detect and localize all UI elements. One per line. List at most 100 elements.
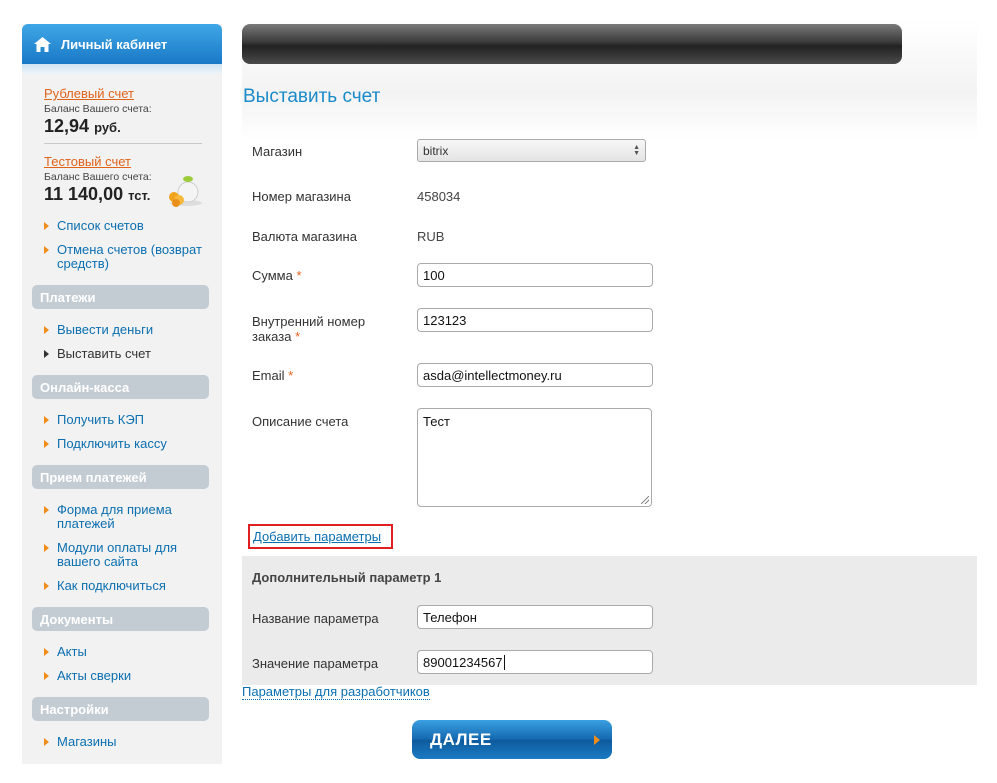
top-bar [242, 24, 902, 64]
sidebar-item-label: Получить КЭП [57, 412, 145, 427]
sidebar-item-cancel-invoices[interactable]: Отмена счетов (возврат средств) [22, 243, 222, 271]
arrow-icon [44, 738, 49, 746]
required-mark: * [295, 329, 301, 344]
page: Личный кабинет Рублевый счет Баланс Ваше… [0, 0, 997, 783]
sidebar-section-payments: Платежи [32, 285, 209, 309]
arrow-icon [44, 350, 49, 358]
email-input[interactable]: asda@intellectmoney.ru [417, 363, 653, 387]
add-params-highlight: Добавить параметры [248, 524, 393, 549]
sidebar: Личный кабинет Рублевый счет Баланс Ваше… [22, 24, 222, 764]
arrow-icon [44, 648, 49, 656]
select-arrows-icon: ▲ ▼ [633, 144, 640, 157]
arrow-icon [44, 506, 49, 514]
sidebar-item-how-to-connect[interactable]: Как подключиться [22, 579, 222, 593]
sidebar-item-label: Список счетов [57, 218, 144, 233]
shop-number-label: Номер магазина [252, 189, 351, 204]
arrow-icon [44, 246, 49, 254]
text-cursor [503, 654, 505, 670]
next-button[interactable]: ДАЛЕЕ [412, 720, 612, 759]
sidebar-item-payment-modules[interactable]: Модули оплаты для вашего сайта [22, 541, 222, 569]
amount-label: Сумма * [252, 268, 302, 283]
sidebar-item-shops[interactable]: Магазины [22, 735, 222, 749]
required-mark: * [288, 368, 294, 383]
sidebar-section-online-cashbox: Онлайн-касса [32, 375, 209, 399]
sidebar-section-accept-payments: Прием платежей [32, 465, 209, 489]
account-test-link[interactable]: Тестовый счет [44, 154, 222, 169]
sidebar-item-invoice-list[interactable]: Список счетов [22, 219, 222, 233]
amount-label-text: Сумма [252, 268, 293, 283]
param-value-input[interactable]: 89001234567 [417, 650, 653, 674]
sidebar-item-label: Форма для приема платежей [57, 502, 172, 531]
account-rub: Рублевый счет Баланс Вашего счета: 12,94… [22, 86, 222, 137]
account-rub-link[interactable]: Рублевый счет [44, 86, 222, 101]
sidebar-section-documents: Документы [32, 607, 209, 631]
sidebar-item-label: Отмена счетов (возврат средств) [57, 242, 202, 271]
sidebar-item-label: Акты [57, 644, 87, 659]
email-label-text: Email [252, 368, 285, 383]
param-name-label: Название параметра [252, 611, 379, 626]
sidebar-divider [44, 143, 202, 144]
shop-select-value: bitrix [423, 143, 449, 158]
description-textarea-value: Тест [423, 414, 450, 429]
param-name-input[interactable]: Телефон [417, 605, 653, 629]
account-rub-balance: 12,94 руб. [44, 116, 222, 137]
currency-value: RUB [417, 229, 445, 244]
currency-label: Валюта магазина [252, 229, 357, 244]
order-number-input[interactable]: 123123 [417, 308, 653, 332]
account-rub-amount: 12,94 [44, 116, 90, 136]
arrow-icon [44, 582, 49, 590]
sidebar-item-label: Акты сверки [57, 668, 132, 683]
sidebar-item-acts[interactable]: Акты [22, 645, 222, 659]
order-number-label: Внутренний номер заказа * [252, 314, 392, 344]
amount-input[interactable]: 100 [417, 263, 653, 287]
description-textarea[interactable]: Тест [417, 408, 652, 507]
account-test: Тестовый счет Баланс Вашего счета: 11 14… [22, 154, 222, 207]
account-test-amount: 11 140,00 [44, 184, 124, 204]
developer-params-link[interactable]: Параметры для разработчиков [242, 685, 430, 700]
sidebar-item-issue-invoice[interactable]: Выставить счет [22, 347, 222, 361]
arrow-icon [44, 416, 49, 424]
arrow-icon [44, 544, 49, 552]
sidebar-item-label: Модули оплаты для вашего сайта [57, 540, 178, 569]
add-params-link[interactable]: Добавить параметры [253, 529, 381, 544]
sidebar-item-label: Вывести деньги [57, 322, 154, 337]
extra-param-title: Дополнительный параметр 1 [252, 570, 442, 585]
sidebar-header[interactable]: Личный кабинет [22, 24, 222, 64]
shop-select[interactable]: bitrix ▲ ▼ [417, 139, 646, 162]
shop-number-value: 458034 [417, 189, 461, 204]
account-test-currency: тст. [128, 188, 151, 203]
email-label: Email * [252, 368, 293, 383]
sidebar-item-reconciliation[interactable]: Акты сверки [22, 669, 222, 683]
shop-label: Магазин [252, 144, 303, 159]
email-input-value: asda@intellectmoney.ru [423, 367, 562, 383]
arrow-right-icon [594, 735, 600, 745]
sidebar-item-label: Как подключиться [57, 578, 166, 593]
arrow-icon [44, 222, 49, 230]
money-bag-icon [164, 170, 204, 213]
order-number-input-value: 123123 [423, 312, 467, 328]
amount-input-value: 100 [423, 267, 445, 283]
sidebar-item-label: Магазины [57, 734, 117, 749]
account-rub-currency: руб. [94, 120, 121, 135]
param-value-input-value: 89001234567 [423, 654, 503, 670]
sidebar-header-strip [22, 64, 222, 74]
description-label: Описание счета [252, 414, 349, 429]
resize-grip-icon[interactable] [641, 496, 649, 504]
required-mark: * [296, 268, 302, 283]
sidebar-item-payment-form[interactable]: Форма для приема платежей [22, 503, 222, 531]
sidebar-item-connect-cashbox[interactable]: Подключить кассу [22, 437, 222, 451]
sidebar-item-get-kep[interactable]: Получить КЭП [22, 413, 222, 427]
param-name-input-value: Телефон [423, 609, 477, 625]
arrow-icon [44, 326, 49, 334]
page-title: Выставить счет [243, 86, 381, 107]
account-rub-note: Баланс Вашего счета: [44, 103, 152, 115]
next-button-label: ДАЛЕЕ [430, 729, 492, 749]
sidebar-item-label: Подключить кассу [57, 436, 167, 451]
sidebar-item-withdraw[interactable]: Вывести деньги [22, 323, 222, 337]
home-icon [34, 36, 51, 52]
param-value-label: Значение параметра [252, 656, 379, 671]
arrow-icon [44, 440, 49, 448]
arrow-icon [44, 672, 49, 680]
sidebar-section-settings: Настройки [32, 697, 209, 721]
sidebar-item-label: Выставить счет [57, 346, 151, 361]
